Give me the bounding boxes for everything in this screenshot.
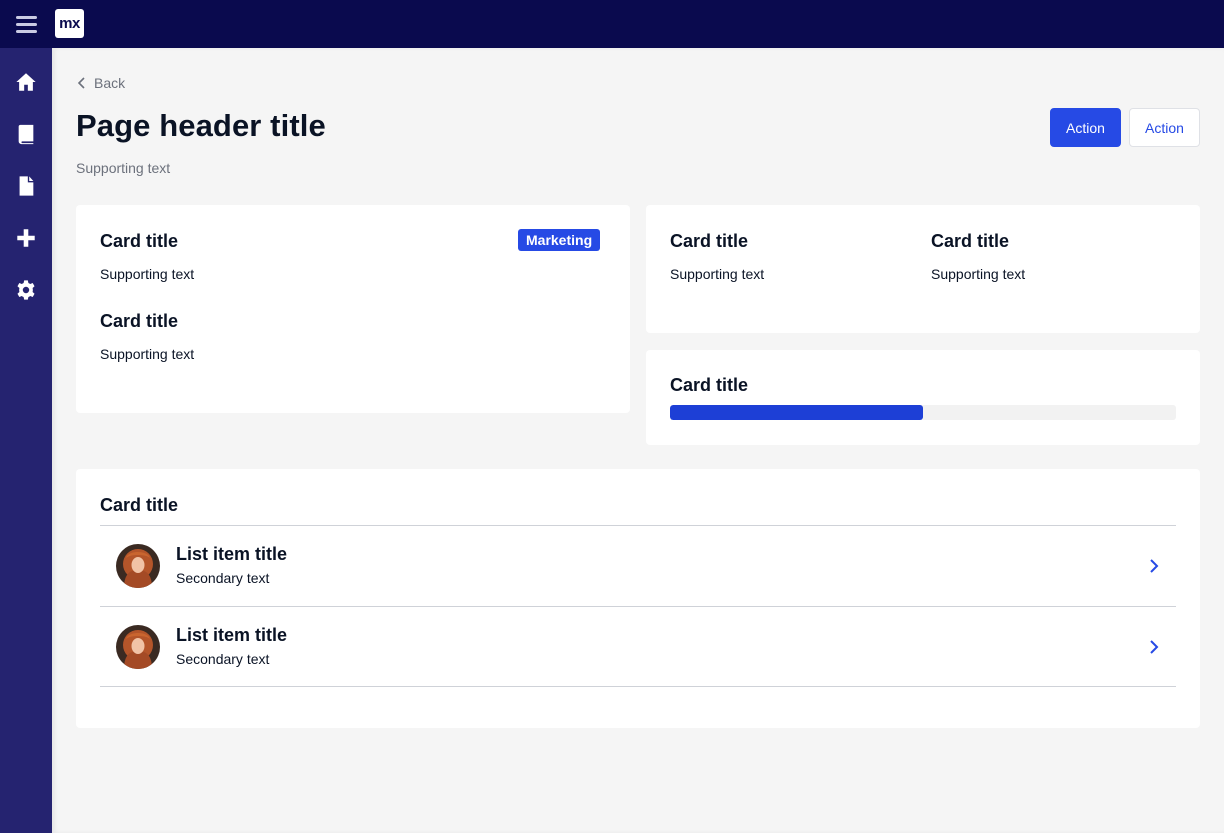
gear-icon — [17, 280, 35, 300]
page-title: Page header title — [76, 108, 326, 143]
progress-fill — [670, 405, 923, 420]
card-title: Card title — [670, 231, 749, 251]
hamburger-menu-icon[interactable] — [16, 14, 38, 34]
list-item[interactable]: List item title Secondary text — [100, 525, 1176, 606]
card-title: Card title — [100, 231, 179, 251]
plus-icon — [17, 229, 35, 247]
avatar — [116, 625, 160, 669]
sidebar-item-add[interactable] — [0, 214, 52, 262]
card-text: Supporting text — [100, 346, 195, 362]
progress-bar — [670, 405, 1176, 420]
progress-card: Card title — [646, 350, 1200, 445]
sidebar-item-book[interactable] — [0, 110, 52, 158]
page-subtitle: Supporting text — [76, 160, 171, 176]
sidebar-item-home[interactable] — [0, 58, 52, 106]
sidebar — [0, 48, 52, 833]
card-text: Supporting text — [931, 266, 1026, 282]
list-item[interactable]: List item title Secondary text — [100, 606, 1176, 687]
chevron-left-icon — [77, 77, 85, 89]
two-column-card: Card title Supporting text Card title Su… — [646, 205, 1200, 333]
card-title: Card title — [670, 375, 749, 395]
list-item-title: List item title — [176, 625, 288, 645]
list-card: Card title List item title Secondary tex… — [76, 469, 1200, 728]
main-content: Back Page header title Supporting text A… — [52, 48, 1224, 833]
top-bar: mx — [0, 0, 1224, 48]
card-text: Supporting text — [100, 266, 195, 282]
card-title: Card title — [931, 231, 1010, 251]
list-item-secondary: Secondary text — [176, 570, 270, 586]
list: List item title Secondary text List item… — [100, 525, 1176, 687]
sidebar-item-document[interactable] — [0, 162, 52, 210]
back-label: Back — [94, 75, 126, 91]
status-badge: Marketing — [518, 229, 601, 251]
chevron-right-icon[interactable] — [1148, 557, 1160, 575]
home-icon — [16, 73, 36, 91]
card-title: Card title — [100, 311, 179, 331]
app-logo[interactable]: mx — [55, 9, 84, 38]
back-link[interactable]: Back — [76, 72, 125, 94]
file-icon — [19, 176, 34, 196]
card-title: Card title — [100, 495, 179, 515]
secondary-action-button[interactable]: Action — [1129, 108, 1200, 147]
primary-action-button[interactable]: Action — [1050, 108, 1121, 147]
list-item-title: List item title — [176, 544, 288, 564]
list-item-secondary: Secondary text — [176, 651, 270, 667]
avatar — [116, 544, 160, 588]
book-icon — [18, 124, 34, 145]
card-text: Supporting text — [670, 266, 765, 282]
info-card: Card title Marketing Supporting text Car… — [76, 205, 630, 413]
chevron-right-icon[interactable] — [1148, 638, 1160, 656]
sidebar-item-settings[interactable] — [0, 266, 52, 314]
